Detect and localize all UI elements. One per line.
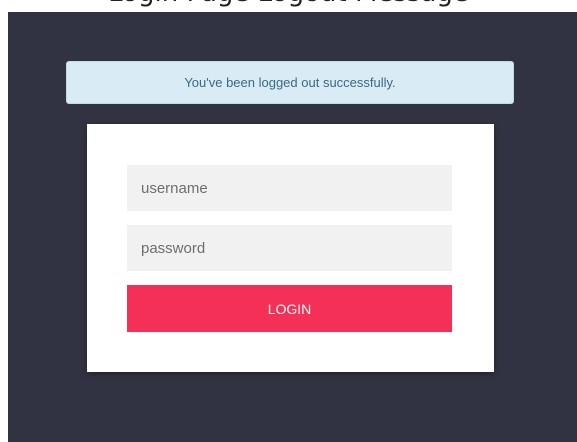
password-input[interactable] [127, 225, 452, 271]
page-top-strip: Login Page Logout Message [0, 0, 577, 12]
logout-alert: You've been logged out successfully. [66, 61, 514, 104]
page-heading: Login Page Logout Message [0, 0, 577, 8]
login-button[interactable]: LOGIN [127, 285, 452, 332]
alert-message: You've been logged out successfully. [184, 75, 396, 90]
username-input[interactable] [127, 165, 452, 211]
app-frame: You've been logged out successfully. LOG… [8, 12, 577, 442]
login-card: LOGIN [87, 124, 494, 372]
